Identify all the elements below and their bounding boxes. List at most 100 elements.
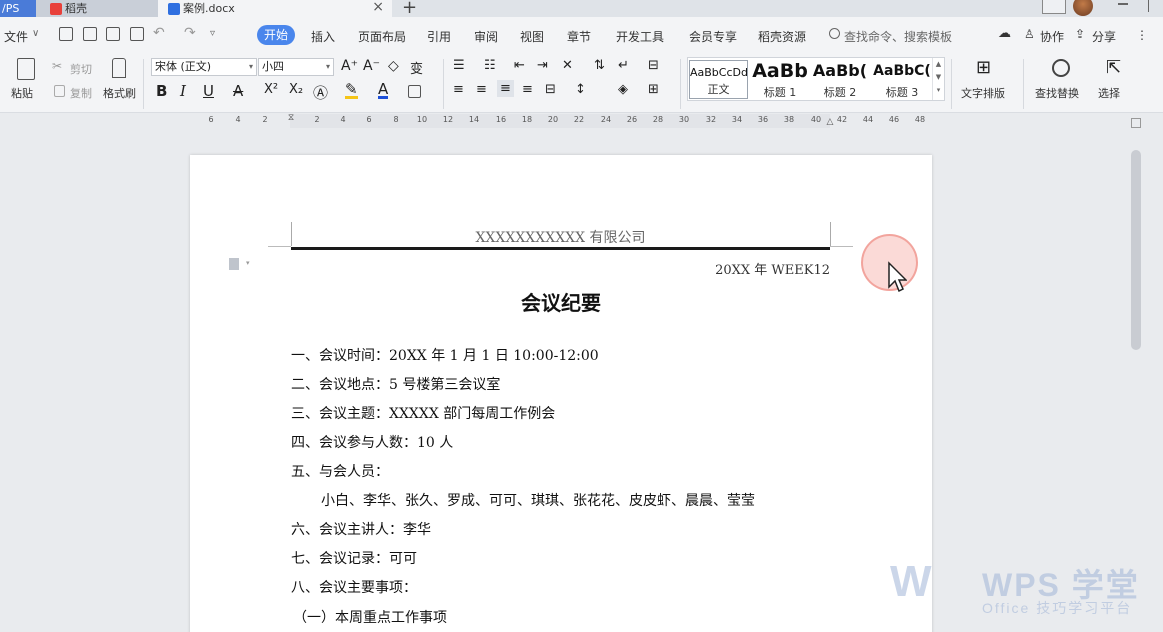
- ruler-tick: 6: [208, 115, 214, 124]
- select-button[interactable]: 选择: [1098, 85, 1120, 101]
- more-icon[interactable]: ⋮: [1136, 28, 1148, 42]
- align-left-icon[interactable]: ≡: [453, 82, 464, 97]
- style-normal[interactable]: AaBbCcDd 正文: [689, 60, 748, 99]
- bullet-list-icon[interactable]: ☰: [453, 58, 465, 73]
- underline-button[interactable]: U: [203, 82, 214, 100]
- distributed-icon[interactable]: ⊟: [545, 82, 556, 97]
- menu-page-layout[interactable]: 页面布局: [358, 28, 406, 45]
- ruler-tick: 18: [521, 115, 533, 124]
- restore-icon[interactable]: [1148, 0, 1158, 12]
- font-color-button[interactable]: A: [378, 82, 389, 99]
- strikethrough-icon[interactable]: A: [233, 82, 243, 100]
- format-painter-icon[interactable]: [112, 58, 126, 78]
- vertical-scrollbar[interactable]: [1131, 150, 1141, 350]
- quick-access-dropdown-icon[interactable]: ▿: [210, 28, 215, 39]
- share-button[interactable]: 分享: [1092, 28, 1116, 45]
- layout-icon[interactable]: [1042, 0, 1066, 14]
- menu-review[interactable]: 审阅: [474, 28, 498, 45]
- style-gallery-scroll[interactable]: ▲ ▼ ▾: [932, 58, 944, 100]
- highlight-icon[interactable]: ✎: [345, 82, 358, 99]
- ruler-tick: 14: [468, 115, 480, 124]
- copy-icon[interactable]: [54, 85, 65, 97]
- paragraph-layout-icon[interactable]: [229, 258, 239, 270]
- tab-wps-home[interactable]: /PS: [0, 0, 36, 17]
- ruler-tick: 26: [626, 115, 638, 124]
- search-icon[interactable]: [829, 28, 840, 39]
- new-tab-button[interactable]: +: [402, 0, 417, 18]
- font-size-select[interactable]: 小四 ▾: [258, 58, 334, 76]
- line-spacing-icon[interactable]: ↕: [575, 82, 586, 97]
- align-right-icon[interactable]: ≡: [497, 80, 514, 97]
- menu-member[interactable]: 会员专享: [689, 28, 737, 45]
- align-center-icon[interactable]: ≡: [476, 82, 487, 97]
- numbered-list-icon[interactable]: ☷: [484, 58, 496, 73]
- text-effect-icon[interactable]: Ⓐ: [313, 82, 328, 103]
- document-page[interactable]: XXXXXXXXXXX 有限公司 ▾ 20XX 年 WEEK12 会议纪要 一、…: [190, 155, 932, 632]
- borders-icon[interactable]: ⊞: [648, 82, 659, 97]
- tab-document[interactable]: 案例.docx ×: [158, 0, 392, 17]
- header-corner-mark: [830, 246, 853, 247]
- text-layout-button[interactable]: 文字排版: [961, 85, 1005, 101]
- char-border-icon[interactable]: [408, 85, 421, 98]
- right-indent-marker-icon[interactable]: △: [827, 117, 834, 127]
- menu-references[interactable]: 引用: [427, 28, 451, 45]
- sort-icon[interactable]: ⇅: [594, 58, 605, 73]
- format-painter-button[interactable]: 格式刷: [103, 85, 136, 101]
- minimize-icon[interactable]: [1118, 3, 1128, 5]
- ribbon-divider: [143, 59, 144, 109]
- new-doc-icon[interactable]: [59, 27, 73, 41]
- select-cursor-icon: ⇱: [1106, 57, 1122, 78]
- chinese-layout-icon[interactable]: ✕: [562, 58, 573, 73]
- subscript-button[interactable]: X₂: [289, 82, 303, 97]
- cloud-sync-icon[interactable]: ☁: [998, 26, 1011, 41]
- tab-stops-icon[interactable]: ⊟: [648, 58, 659, 73]
- italic-button[interactable]: I: [180, 82, 186, 100]
- print-icon[interactable]: [106, 27, 120, 41]
- superscript-button[interactable]: X²: [264, 82, 278, 97]
- menu-view[interactable]: 视图: [520, 28, 544, 45]
- pinyin-icon[interactable]: 变: [410, 58, 423, 77]
- style-heading2-label: 标题 2: [823, 86, 857, 99]
- menu-start-tab[interactable]: 开始: [257, 25, 295, 45]
- copy-button[interactable]: 复制: [70, 85, 92, 101]
- ruler-tick: 8: [393, 115, 399, 124]
- user-avatar[interactable]: [1073, 0, 1093, 16]
- chevron-down-icon[interactable]: ▾: [246, 259, 250, 267]
- find-replace-button[interactable]: 查找替换: [1035, 85, 1079, 101]
- close-tab-icon[interactable]: ×: [372, 0, 384, 14]
- style-heading1[interactable]: AaBb 标题 1: [750, 60, 810, 100]
- shading-icon[interactable]: ◈: [618, 82, 628, 97]
- grow-font-button[interactable]: A⁺: [341, 58, 358, 74]
- ruler-tick: 4: [340, 115, 346, 124]
- command-search-input[interactable]: 查找命令、搜索模板: [844, 28, 952, 45]
- justify-icon[interactable]: ≡: [522, 82, 533, 97]
- menu-daoke-resources[interactable]: 稻壳资源: [758, 28, 806, 45]
- menu-insert[interactable]: 插入: [311, 28, 335, 45]
- ruler-toggle-icon[interactable]: [1131, 118, 1141, 128]
- shrink-font-button[interactable]: A⁻: [363, 58, 380, 74]
- font-name-select[interactable]: 宋体 (正文) ▾: [151, 58, 257, 76]
- style-heading2[interactable]: AaBb( 标题 2: [810, 60, 870, 100]
- save-as-icon[interactable]: [83, 27, 97, 41]
- menu-file-chevron-icon[interactable]: ∨: [32, 28, 39, 39]
- menu-chapter[interactable]: 章节: [567, 28, 591, 45]
- tab-daoke[interactable]: 稻壳: [36, 0, 158, 17]
- paste-icon[interactable]: [17, 58, 35, 80]
- decrease-indent-icon[interactable]: ⇤: [514, 58, 525, 73]
- collab-button[interactable]: 协作: [1040, 28, 1064, 45]
- menu-file[interactable]: 文件: [4, 28, 28, 45]
- paste-button[interactable]: 粘贴: [11, 85, 33, 101]
- bold-button[interactable]: B: [156, 82, 167, 100]
- show-marks-icon[interactable]: ↵: [618, 58, 629, 73]
- clear-format-icon[interactable]: ◇: [388, 58, 399, 74]
- first-indent-marker-icon[interactable]: ⧖: [288, 113, 294, 123]
- style-heading3[interactable]: AaBbC( 标题 3: [872, 60, 932, 100]
- undo-icon[interactable]: ↶: [153, 25, 165, 41]
- increase-indent-icon[interactable]: ⇥: [537, 58, 548, 73]
- print-preview-icon[interactable]: [130, 27, 144, 41]
- horizontal-ruler[interactable]: 6 4 2 ⧖ 2 4 6 8 10 12 14 16 18 20 22 24 …: [190, 113, 932, 129]
- menu-dev-tools[interactable]: 开发工具: [616, 28, 664, 45]
- cut-button[interactable]: 剪切: [70, 61, 92, 77]
- redo-icon[interactable]: ↷: [184, 25, 196, 41]
- cut-icon[interactable]: ✂: [52, 59, 62, 73]
